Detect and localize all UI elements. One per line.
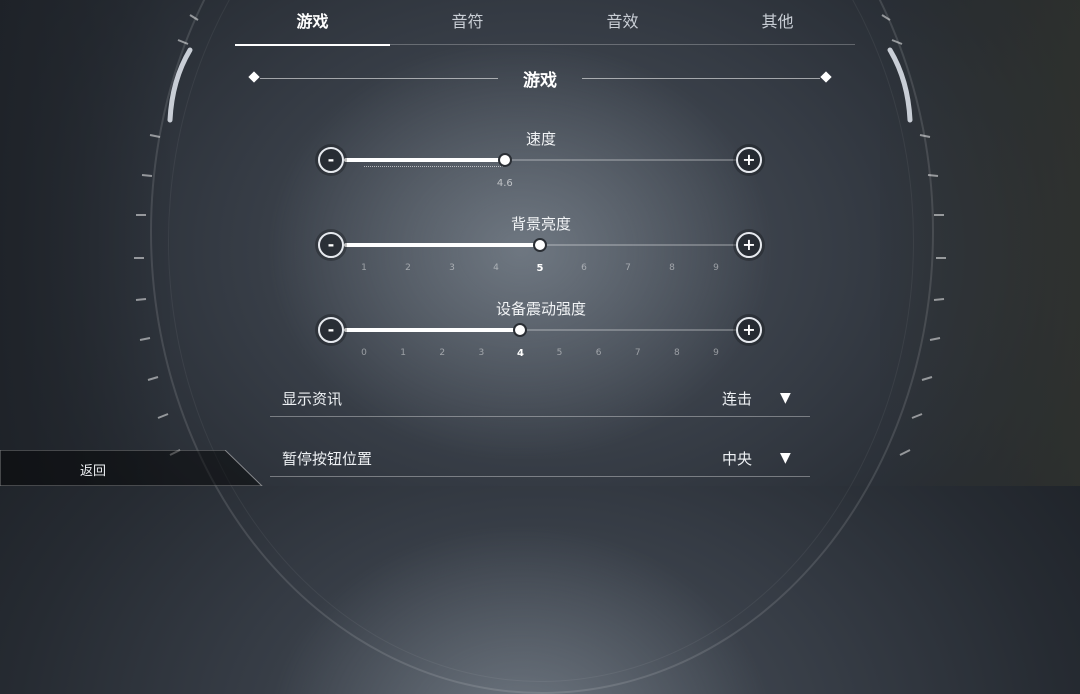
brightness-slider: 背景亮度 1 2 3 4 5 6 7 8 9 - + <box>316 213 766 283</box>
vibration-tick-label: 8 <box>674 348 680 358</box>
speed-label: 速度 <box>525 130 556 148</box>
vibration-fill <box>344 328 521 332</box>
brightness-tick-label: 5 <box>536 263 544 274</box>
speed-value: 4.6 <box>496 178 513 189</box>
brightness-label: 背景亮度 <box>510 215 571 233</box>
brightness-tick-label: 1 <box>361 263 367 273</box>
vibration-tick-label: 0 <box>361 348 367 358</box>
vibration-tick-label: 9 <box>713 348 719 358</box>
brightness-tick-label: 8 <box>669 263 675 273</box>
tabs-divider <box>235 44 855 45</box>
left-tick-marks <box>134 14 199 456</box>
brightness-fill <box>344 243 540 247</box>
section-line-left <box>260 78 498 79</box>
brightness-tick-label: 3 <box>449 263 455 273</box>
vibration-tick-label: 4 <box>516 348 524 359</box>
brightness-tick-label: 2 <box>405 263 411 273</box>
vibration-tick-label: 5 <box>556 348 563 358</box>
vibration-tick-label: 3 <box>478 348 485 358</box>
display-info-label: 显示资讯 <box>282 390 343 408</box>
brightness-tick-label: 7 <box>625 263 631 273</box>
brightness-tick-label: 6 <box>581 263 587 273</box>
brightness-tick-label: 9 <box>713 263 719 273</box>
speed-slider: 速度 4.6 - + <box>316 128 766 198</box>
pause-position-label: 暂停按钮位置 <box>282 450 373 468</box>
pause-position-value: 中央 <box>722 450 753 468</box>
vibration-label: 设备震动强度 <box>495 300 586 318</box>
back-button[interactable]: 返回 <box>80 460 106 479</box>
vibration-increase-button[interactable]: + <box>736 317 762 343</box>
diamond-icon-left <box>248 71 260 83</box>
speed-decrease-button[interactable]: - <box>318 147 344 173</box>
speed-knob[interactable] <box>497 153 512 167</box>
vibration-slider: 设备震动强度 0 1 2 3 4 5 6 7 8 9 - + <box>316 298 766 368</box>
triangle-down-icon[interactable]: ▼ <box>780 450 791 466</box>
brightness-tick-label: 4 <box>493 263 499 273</box>
display-info-dropdown[interactable]: 显示资讯 连击 ▼ <box>270 382 810 417</box>
brightness-decrease-button[interactable]: - <box>318 232 344 258</box>
vibration-tick-label: 2 <box>439 348 446 358</box>
vibration-decrease-button[interactable]: - <box>318 317 344 343</box>
back-button-frame <box>0 450 263 486</box>
vibration-tick-label: 1 <box>400 348 406 358</box>
vibration-tick-label: 7 <box>634 348 641 358</box>
tab-notes[interactable]: 音符 <box>390 0 545 46</box>
brightness-increase-button[interactable]: + <box>736 232 762 258</box>
speed-dotted-guide <box>364 166 505 168</box>
tab-sound[interactable]: 音效 <box>545 0 700 46</box>
vibration-knob[interactable] <box>513 323 528 337</box>
speed-increase-button[interactable]: + <box>736 147 762 173</box>
tab-other[interactable]: 其他 <box>700 0 855 46</box>
settings-tabs: 游戏 音符 音效 其他 <box>235 0 855 46</box>
diamond-icon-right <box>820 71 832 83</box>
pause-position-dropdown[interactable]: 暂停按钮位置 中央 ▼ <box>270 442 810 477</box>
section-title: 游戏 <box>523 71 557 91</box>
tab-game[interactable]: 游戏 <box>235 0 390 46</box>
display-info-value: 连击 <box>722 390 753 408</box>
brightness-knob[interactable] <box>533 238 547 252</box>
triangle-down-icon[interactable]: ▼ <box>780 390 791 406</box>
speed-fill <box>344 158 505 162</box>
right-tick-marks <box>881 14 946 456</box>
vibration-tick-label: 6 <box>595 348 602 358</box>
section-line-right <box>582 78 820 79</box>
